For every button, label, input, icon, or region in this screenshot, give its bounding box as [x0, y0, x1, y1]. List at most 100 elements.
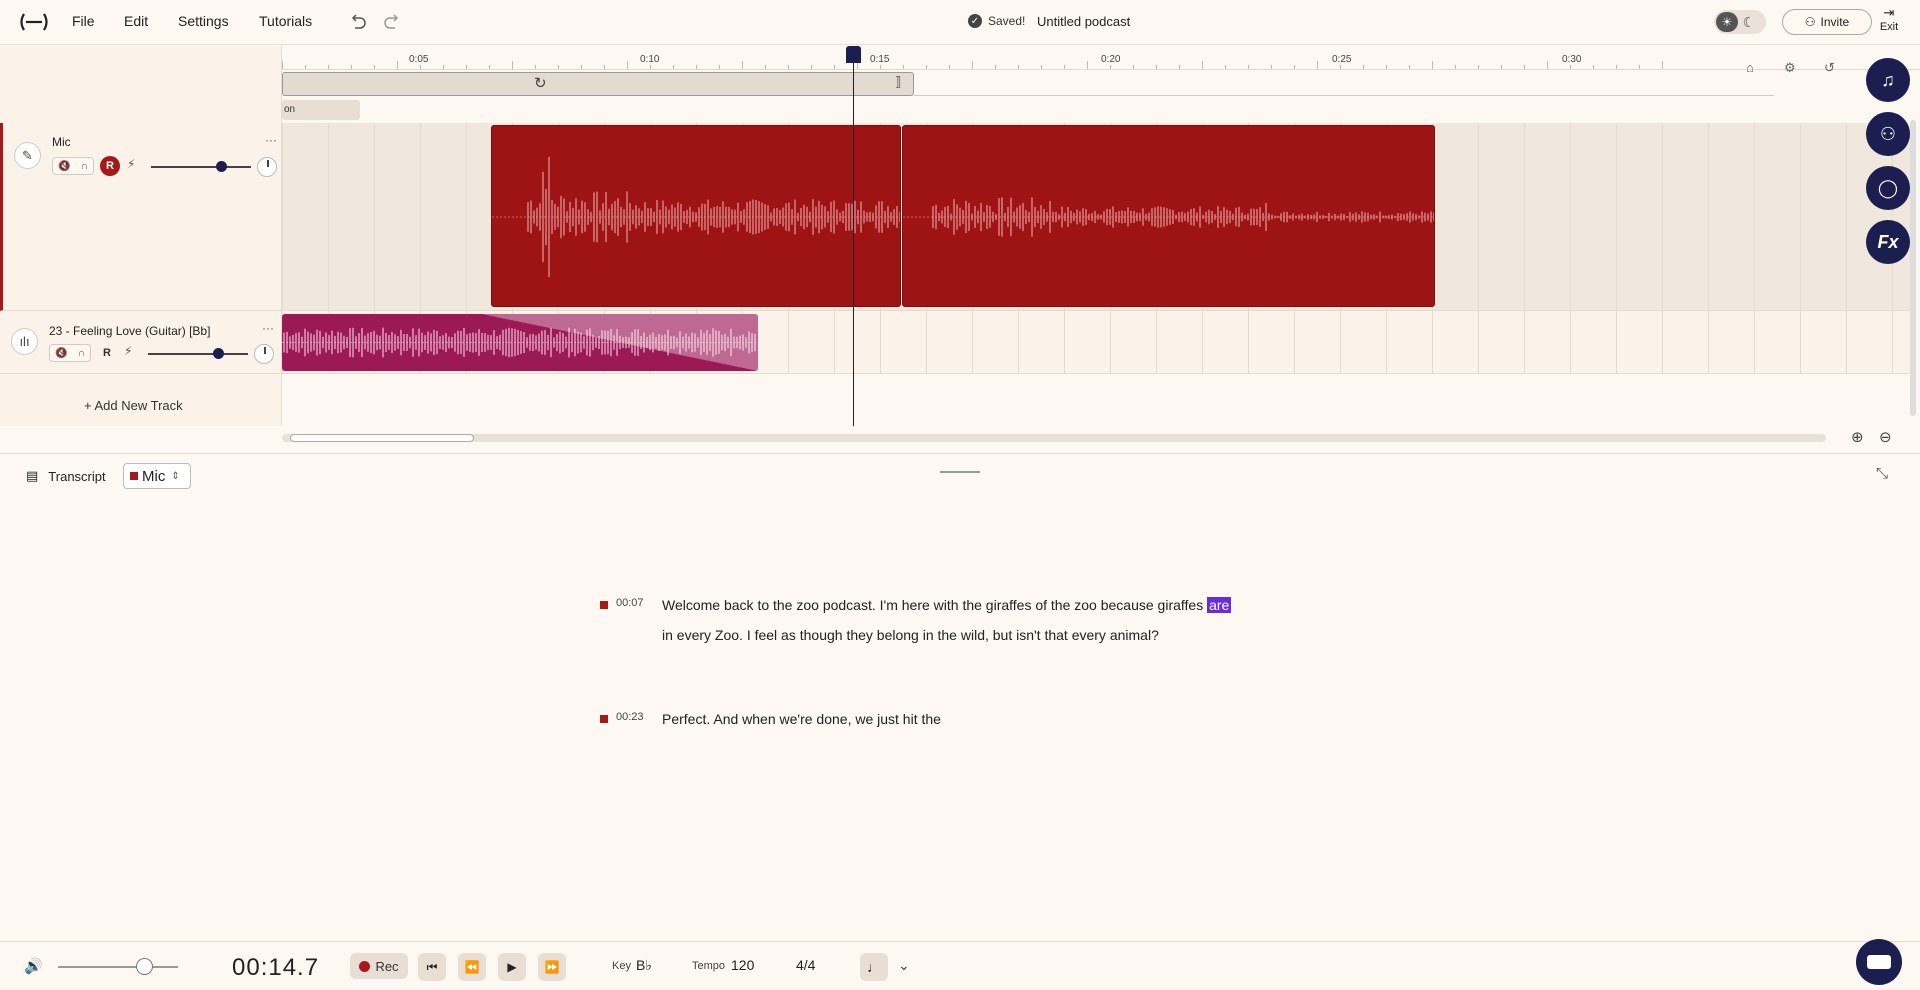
volume-knob[interactable]	[213, 348, 224, 359]
record-arm-button[interactable]: R	[97, 343, 117, 363]
effects-icon[interactable]: ⚡	[124, 344, 132, 358]
ruler-tick	[1662, 61, 1663, 69]
chevron-down-icon[interactable]: ⌄	[898, 957, 910, 974]
metronome-icon: ♩	[867, 959, 881, 975]
effects-button[interactable]: Fx	[1866, 220, 1910, 264]
gear-icon[interactable]: ⚙	[1784, 60, 1796, 76]
headphones-icon[interactable]: ∩	[78, 348, 85, 359]
record-button[interactable]: Rec	[350, 953, 408, 979]
playhead[interactable]	[853, 46, 854, 426]
text-before[interactable]: Welcome back to the zoo podcast. I'm her…	[662, 597, 1207, 613]
record-arm-button[interactable]: R	[100, 156, 120, 176]
panel-resize-handle[interactable]	[940, 471, 980, 473]
skip-to-start-button[interactable]: ⏮	[418, 953, 446, 981]
segment-time[interactable]: 00:23	[616, 711, 644, 723]
headphones-icon[interactable]: ∩	[81, 161, 88, 172]
playhead-handle[interactable]	[846, 46, 861, 63]
master-volume-slider[interactable]	[58, 966, 178, 968]
highlighted-word[interactable]: are	[1207, 597, 1232, 613]
time-signature[interactable]: 4/4	[796, 957, 815, 973]
redo-icon[interactable]	[382, 12, 402, 32]
waveform	[282, 314, 758, 371]
volume-slider[interactable]	[148, 353, 248, 355]
support-chat-button[interactable]	[1856, 939, 1902, 985]
play-button[interactable]: ▶	[498, 953, 526, 981]
track-header-mic[interactable]: ✎ Mic ··· 🔇 ∩ R ⚡	[0, 123, 282, 311]
invite-button[interactable]: ⚇ Invite	[1782, 9, 1872, 35]
volume-slider[interactable]	[151, 166, 251, 168]
more-icon[interactable]: ···	[262, 321, 274, 335]
fast-forward-button[interactable]: ⏩	[538, 953, 566, 981]
segment-text[interactable]: Perfect. And when we're done, we just hi…	[662, 704, 1242, 734]
segment-text[interactable]: Welcome back to the zoo podcast. I'm her…	[662, 590, 1242, 650]
marker-chip[interactable]: on	[282, 100, 360, 120]
master-volume-knob[interactable]	[136, 958, 153, 975]
ruler-tick	[1340, 65, 1341, 69]
transcript-tab[interactable]: ▤ Transcript	[26, 468, 106, 484]
ruler-tick	[1616, 65, 1617, 69]
transcript-segment[interactable]: 00:23 Perfect. And when we're done, we j…	[600, 704, 1240, 734]
zoom-out-icon[interactable]: ⊖	[1879, 428, 1892, 446]
menu-file[interactable]: File	[72, 13, 95, 29]
volume-knob[interactable]	[216, 161, 227, 172]
add-new-track-button[interactable]: + Add New Track	[84, 398, 183, 413]
key-value[interactable]: B♭	[636, 957, 652, 974]
transcript-segment[interactable]: 00:07 Welcome back to the zoo podcast. I…	[600, 590, 1240, 682]
loop-toggle-icon[interactable]: ↺	[1824, 60, 1835, 76]
mute-icon[interactable]: 🔇	[58, 161, 70, 172]
exit-button[interactable]: ⇥ Exit	[1876, 5, 1902, 33]
collaborators-button[interactable]: ⚇	[1866, 112, 1910, 156]
more-icon[interactable]: ···	[265, 133, 277, 147]
text-after[interactable]: in every Zoo. I feel as though they belo…	[662, 627, 1159, 643]
grid-line	[328, 123, 329, 310]
undo-icon[interactable]	[348, 12, 368, 32]
ruler-tick	[1202, 61, 1203, 69]
chevron-updown-icon: ⇕	[171, 470, 180, 482]
comments-button[interactable]: ◯	[1866, 166, 1910, 210]
grid-line	[1708, 123, 1709, 310]
menu-settings[interactable]: Settings	[178, 13, 229, 29]
loop-end-handle-icon[interactable]: ⟧	[895, 74, 901, 90]
audio-clip-mic-2[interactable]	[902, 125, 1435, 307]
effects-icon[interactable]: ⚡	[127, 157, 135, 171]
waveform-icon[interactable]: ılı	[11, 328, 38, 355]
project-title[interactable]: Untitled podcast	[1037, 14, 1130, 29]
people-icon: ⚇	[1804, 15, 1816, 29]
menu-edit[interactable]: Edit	[124, 13, 148, 29]
rewind-button[interactable]: ⏪	[458, 953, 486, 981]
track-name[interactable]: 23 - Feeling Love (Guitar) [Bb]	[49, 324, 210, 338]
ruler-tick	[972, 61, 973, 69]
scrollbar-thumb[interactable]	[290, 434, 474, 442]
ruler-tick	[742, 61, 743, 69]
pan-knob[interactable]	[254, 344, 274, 364]
menu-tutorials[interactable]: Tutorials	[259, 13, 312, 29]
tempo-value[interactable]: 120	[731, 957, 754, 973]
vertical-scrollbar[interactable]	[1910, 120, 1916, 416]
app-logo[interactable]	[18, 12, 50, 32]
snap-icon[interactable]: ⌂	[1746, 60, 1754, 75]
theme-toggle[interactable]: ☀ ☾	[1714, 10, 1766, 34]
horizontal-scrollbar[interactable]	[282, 434, 1826, 442]
text-before[interactable]: Perfect. And when we're done, we just hi…	[662, 711, 941, 727]
microphone-icon[interactable]: ✎	[14, 142, 41, 169]
track-header-music[interactable]: ılı 23 - Feeling Love (Guitar) [Bb] ··· …	[0, 311, 282, 374]
music-library-button[interactable]: ♫	[1866, 58, 1910, 102]
mute-icon[interactable]: 🔇	[55, 348, 67, 359]
audio-clip-mic-1[interactable]	[491, 125, 901, 307]
pan-knob[interactable]	[257, 157, 277, 177]
loop-region[interactable]	[282, 72, 914, 96]
segment-time[interactable]: 00:07	[616, 597, 644, 609]
speaker-icon[interactable]: 🔊	[24, 957, 43, 975]
sun-icon[interactable]: ☀	[1716, 12, 1738, 32]
time-ruler[interactable]: 0:05 0:10 0:15 0:20 0:25 0:30	[282, 46, 1920, 70]
metronome-button[interactable]: ♩	[860, 953, 888, 981]
track-name[interactable]: Mic	[52, 135, 71, 149]
collapse-icon[interactable]: ⤡	[1876, 465, 1888, 482]
tempo-label: Tempo	[692, 960, 726, 972]
grid-line	[1524, 311, 1525, 373]
audio-clip-music[interactable]	[282, 314, 758, 371]
track-select[interactable]: Mic ⇕	[123, 463, 191, 489]
loop-icon[interactable]: ↻	[534, 74, 547, 92]
zoom-in-icon[interactable]: ⊕	[1851, 428, 1864, 446]
moon-icon[interactable]: ☾	[1738, 12, 1760, 32]
